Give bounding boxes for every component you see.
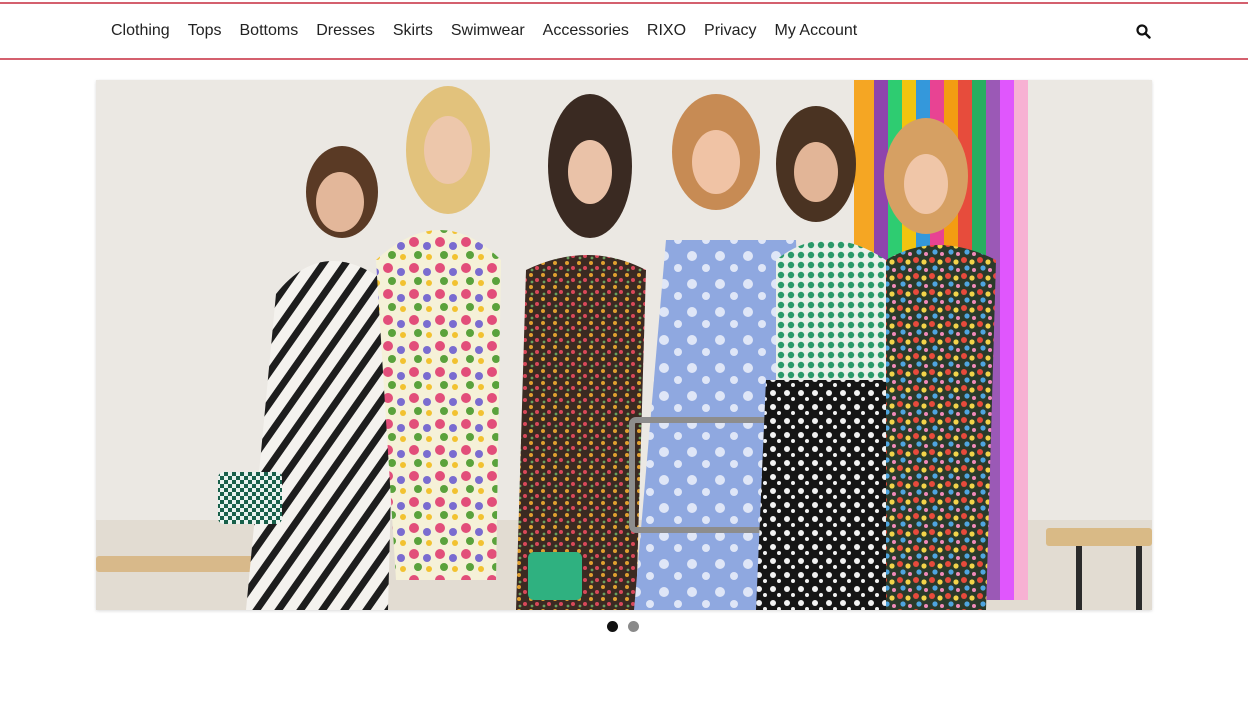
nav-item-accessories[interactable]: Accessories <box>534 4 638 58</box>
nav-item-dresses[interactable]: Dresses <box>307 4 384 58</box>
top-navigation-bar: Clothing Tops Bottoms Dresses Skirts Swi… <box>0 2 1248 60</box>
nav-item-privacy[interactable]: Privacy <box>695 4 765 58</box>
nav-item-clothing[interactable]: Clothing <box>102 4 179 58</box>
nav-item-tops[interactable]: Tops <box>179 4 231 58</box>
nav-item-skirts[interactable]: Skirts <box>384 4 442 58</box>
slider-pagination <box>607 621 639 632</box>
slider-dot-1[interactable] <box>607 621 618 632</box>
slider-dot-2[interactable] <box>628 621 639 632</box>
main-nav: Clothing Tops Bottoms Dresses Skirts Swi… <box>102 4 866 58</box>
nav-item-swimwear[interactable]: Swimwear <box>442 4 534 58</box>
hero-slide-image <box>96 80 1152 610</box>
nav-item-rixo[interactable]: RIXO <box>638 4 695 58</box>
nav-item-bottoms[interactable]: Bottoms <box>231 4 308 58</box>
search-button[interactable] <box>1132 20 1154 42</box>
search-icon <box>1135 23 1151 39</box>
hero-slider[interactable] <box>96 80 1152 610</box>
nav-item-my-account[interactable]: My Account <box>766 4 867 58</box>
